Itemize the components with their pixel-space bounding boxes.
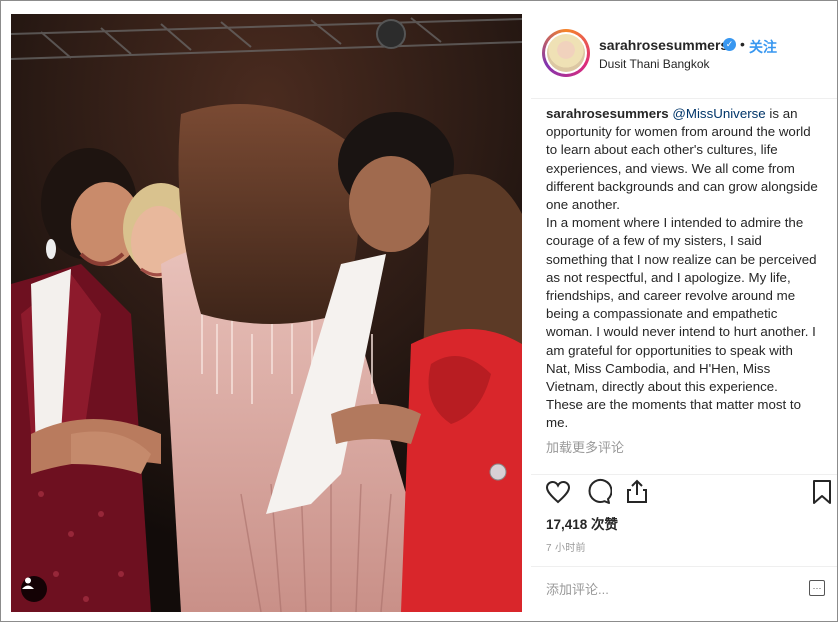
caption-text: is an opportunity for women from around … xyxy=(546,106,818,431)
comment-icon[interactable] xyxy=(584,478,613,506)
location-link[interactable]: Dusit Thani Bangkok xyxy=(599,57,710,71)
heart-icon[interactable] xyxy=(544,478,572,506)
post-timestamp[interactable]: 7 小时前 xyxy=(546,539,586,554)
user-tag-icon[interactable] xyxy=(21,576,47,602)
caption-username-link[interactable]: sarahrosesummers xyxy=(546,106,669,121)
separator-dot: • xyxy=(740,36,745,52)
bookmark-icon[interactable] xyxy=(808,478,836,506)
group-hug-photo xyxy=(11,14,522,612)
post-header: sarahrosesummers ✓ • 关注 Dusit Thani Bang… xyxy=(531,14,837,99)
load-more-comments-button[interactable]: 加载更多评论 xyxy=(546,437,624,456)
avatar[interactable] xyxy=(542,29,590,77)
partially-visible-comment xyxy=(546,465,818,474)
more-options-icon[interactable]: ⋯ xyxy=(809,580,825,596)
post-photo[interactable] xyxy=(11,14,522,612)
instagram-post-window: sarahrosesummers ✓ • 关注 Dusit Thani Bang… xyxy=(0,0,838,622)
verified-badge-icon: ✓ xyxy=(723,38,736,51)
likes-count[interactable]: 17,418 次赞 xyxy=(546,513,618,533)
username-link[interactable]: sarahrosesummers xyxy=(599,37,728,53)
post-actions-bar xyxy=(531,475,837,515)
comment-input[interactable] xyxy=(546,580,786,598)
post-side-panel: sarahrosesummers ✓ • 关注 Dusit Thani Bang… xyxy=(531,14,837,612)
avatar-photo xyxy=(547,34,585,72)
mention-link[interactable]: @MissUniverse xyxy=(672,106,765,121)
follow-button[interactable]: 关注 xyxy=(749,37,777,57)
share-icon[interactable] xyxy=(623,478,651,506)
post-caption: sarahrosesummers @MissUniverse is an opp… xyxy=(546,105,818,433)
comments-area[interactable]: sarahrosesummers @MissUniverse is an opp… xyxy=(531,99,837,474)
add-comment-section: ⋯ xyxy=(531,566,837,612)
avatar-ring xyxy=(545,32,587,74)
